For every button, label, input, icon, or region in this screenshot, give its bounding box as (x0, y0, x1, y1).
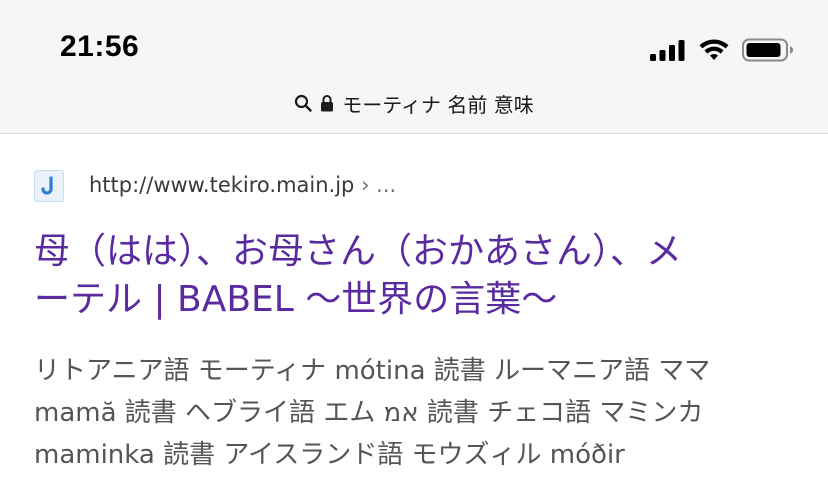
status-icons (650, 38, 794, 62)
snippet-line-2: mamă 読書 ヘブライ語 エム אמ 読書 チェコ語 マミンカ (34, 398, 704, 428)
browser-top-bar: 21:56 モーティナ 名前 意味 (0, 0, 828, 134)
battery-icon (742, 38, 793, 62)
status-time: 21:56 (60, 30, 140, 63)
address-bar[interactable]: モーティナ 名前 意味 (0, 88, 828, 118)
result-url[interactable]: http://www.tekiro.main.jp › ... (89, 173, 396, 197)
result-breadcrumb: › ... (354, 173, 397, 197)
address-query: モーティナ 名前 意味 (342, 92, 534, 117)
cellular-signal-icon (650, 40, 685, 61)
result-snippet: リトアニア語 モーティナ mótina 読書 ルーマニア語 ママ mamă 読書… (34, 350, 804, 476)
snippet-line-1: リトアニア語 モーティナ mótina 読書 ルーマニア語 ママ (34, 356, 711, 386)
result-title-link[interactable]: 母（はは）、お母さん（おかあさん）、メ ーテル | BABEL 〜世界の言葉〜 (34, 228, 804, 324)
wifi-icon (699, 39, 729, 60)
lock-icon (320, 94, 334, 112)
result-title-line-2: ーテル | BABEL 〜世界の言葉〜 (34, 279, 558, 320)
search-icon (294, 94, 312, 112)
result-url-text: http://www.tekiro.main.jp (89, 173, 355, 197)
site-favicon-icon (34, 170, 64, 202)
result-title-line-1: 母（はは）、お母さん（おかあさん）、メ (34, 231, 683, 272)
snippet-line-3: maminka 読書 アイスランド語 モウズィル móðir (34, 440, 625, 470)
